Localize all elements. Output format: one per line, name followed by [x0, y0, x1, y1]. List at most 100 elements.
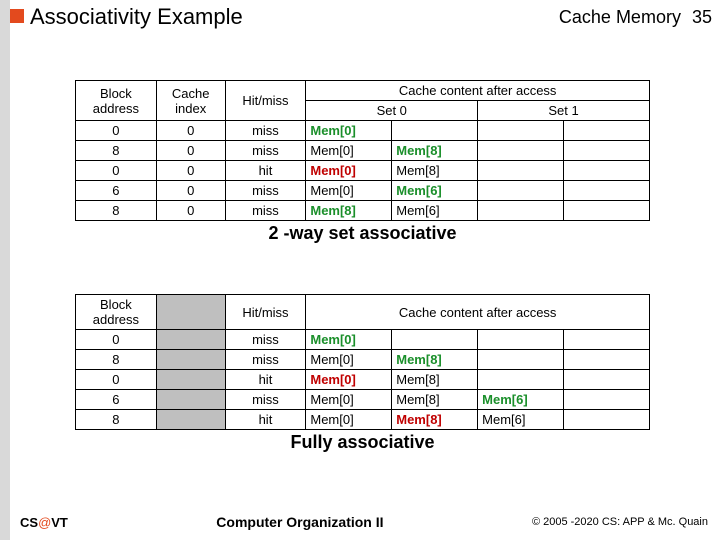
mem-cell	[478, 370, 564, 390]
table-row: 00missMem[0]	[76, 121, 650, 141]
table-cell: 0	[156, 121, 225, 141]
mem-cell: Mem[6]	[478, 390, 564, 410]
mem-cell: Mem[0]	[306, 121, 392, 141]
table-row: 0 hitMem[0]Mem[8]	[76, 370, 650, 390]
col-cache-index: Cache index	[156, 81, 225, 121]
table-cell: 8	[76, 201, 157, 221]
mem-cell: Mem[0]	[306, 141, 392, 161]
table-cell: miss	[225, 181, 306, 201]
slide-content: Block address Cache index Hit/miss Cache…	[75, 80, 680, 453]
col-set1: Set 1	[478, 101, 650, 121]
mem-cell	[564, 201, 650, 221]
mem-cell	[564, 141, 650, 161]
table-cell: miss	[225, 330, 306, 350]
mem-cell	[478, 141, 564, 161]
slide-header: Associativity Example Cache Memory 35	[30, 4, 712, 30]
mem-cell: Mem[8]	[392, 161, 478, 181]
col-hitmiss: Hit/miss	[225, 81, 306, 121]
footer-at: @	[38, 515, 51, 530]
mem-cell: Mem[8]	[392, 350, 478, 370]
col-cache-content: Cache content after access	[306, 295, 650, 330]
mem-cell: Mem[0]	[306, 181, 392, 201]
table-cell: 8	[76, 350, 157, 370]
blank-cell	[156, 330, 225, 350]
mem-cell: Mem[8]	[306, 201, 392, 221]
left-sidebar-decor	[0, 0, 10, 540]
table-cell: hit	[225, 161, 306, 181]
table-cell: 0	[76, 121, 157, 141]
col-hitmiss: Hit/miss	[225, 295, 306, 330]
mem-cell	[564, 161, 650, 181]
mem-cell: Mem[8]	[392, 410, 478, 430]
table-cell: miss	[225, 390, 306, 410]
mem-cell	[478, 330, 564, 350]
mem-cell	[478, 181, 564, 201]
footer-center: Computer Organization II	[216, 514, 383, 530]
table-row: 60missMem[0]Mem[6]	[76, 181, 650, 201]
mem-cell	[564, 410, 650, 430]
table-cell: hit	[225, 410, 306, 430]
slide-number: 35	[692, 7, 712, 27]
table-row: 80missMem[0]Mem[8]	[76, 141, 650, 161]
table-cell: 0	[76, 370, 157, 390]
mem-cell: Mem[0]	[306, 410, 392, 430]
table-cell: 0	[156, 141, 225, 161]
blank-cell	[156, 410, 225, 430]
page-title: Associativity Example	[30, 4, 243, 30]
blank-cell	[156, 370, 225, 390]
mem-cell	[478, 121, 564, 141]
mem-cell: Mem[8]	[392, 370, 478, 390]
mem-cell: Mem[8]	[392, 141, 478, 161]
col-cache-content: Cache content after access	[306, 81, 650, 101]
table-cell: 0	[156, 181, 225, 201]
mem-cell	[564, 330, 650, 350]
table-cell: 0	[76, 161, 157, 181]
table-cell: miss	[225, 201, 306, 221]
table-cell: hit	[225, 370, 306, 390]
table-cell: miss	[225, 141, 306, 161]
footer-cs: CS	[20, 515, 38, 530]
mem-cell: Mem[0]	[306, 370, 392, 390]
col-set0: Set 0	[306, 101, 478, 121]
blank-header	[156, 295, 225, 330]
col-block-address: Block address	[76, 81, 157, 121]
table-cell: miss	[225, 121, 306, 141]
footer-vt: VT	[51, 515, 68, 530]
table1-caption: 2 -way set associative	[75, 223, 650, 244]
slide-footer: CS@VT Computer Organization II © 2005 -2…	[20, 514, 708, 530]
mem-cell	[478, 161, 564, 181]
mem-cell	[564, 181, 650, 201]
table-header-row: Block address Cache index Hit/miss Cache…	[76, 81, 650, 101]
mem-cell: Mem[8]	[392, 390, 478, 410]
footer-left: CS@VT	[20, 515, 68, 530]
mem-cell: Mem[0]	[306, 330, 392, 350]
mem-cell	[564, 350, 650, 370]
header-section: Cache Memory 35	[559, 7, 712, 28]
section-name: Cache Memory	[559, 7, 681, 27]
mem-cell: Mem[6]	[478, 410, 564, 430]
table-cell: 0	[76, 330, 157, 350]
table-header-row: Block address Hit/miss Cache content aft…	[76, 295, 650, 330]
table-cell: 0	[156, 161, 225, 181]
mem-cell	[478, 201, 564, 221]
accent-square-icon	[10, 9, 24, 23]
table-row: 80missMem[8]Mem[6]	[76, 201, 650, 221]
table-cell: 8	[76, 141, 157, 161]
table-row: 6missMem[0]Mem[8]Mem[6]	[76, 390, 650, 410]
table-cell: miss	[225, 350, 306, 370]
table-row: 8missMem[0]Mem[8]	[76, 350, 650, 370]
mem-cell: Mem[6]	[392, 201, 478, 221]
mem-cell	[392, 121, 478, 141]
table-cell: 8	[76, 410, 157, 430]
mem-cell: Mem[0]	[306, 390, 392, 410]
table-cell: 0	[156, 201, 225, 221]
footer-right: © 2005 -2020 CS: APP & Mc. Quain	[532, 516, 708, 528]
mem-cell	[478, 350, 564, 370]
table-row: 0 missMem[0]	[76, 330, 650, 350]
blank-cell	[156, 390, 225, 410]
mem-cell: Mem[0]	[306, 161, 392, 181]
two-way-table: Block address Cache index Hit/miss Cache…	[75, 80, 650, 221]
table2-caption: Fully associative	[75, 432, 650, 453]
mem-cell	[564, 121, 650, 141]
table-cell: 6	[76, 181, 157, 201]
